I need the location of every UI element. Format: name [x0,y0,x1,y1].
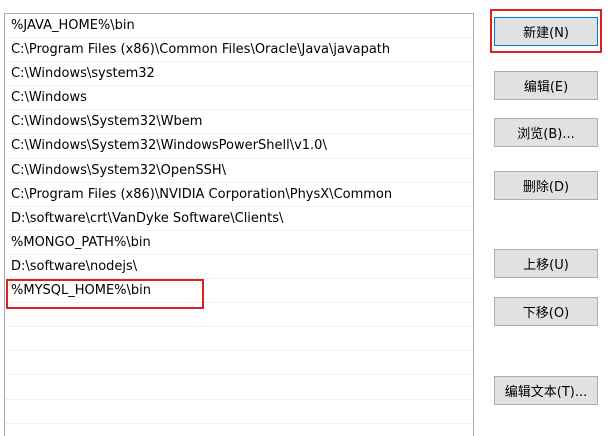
edit-environment-variable-dialog: %JAVA_HOME%\bin C:\Program Files (x86)\C… [0,0,610,436]
edit-button[interactable]: 编辑(E) [494,71,598,100]
move-down-button[interactable]: 下移(O) [494,297,598,326]
path-row-3[interactable]: C:\Windows\system32 [5,62,473,87]
path-row-2[interactable]: C:\Program Files (x86)\Common Files\Orac… [5,38,473,63]
path-row-8[interactable]: C:\Program Files (x86)\NVIDIA Corporatio… [5,183,473,207]
new-button[interactable]: 新建(N) [494,17,598,46]
path-row-empty[interactable] [5,424,473,436]
delete-button[interactable]: 删除(D) [494,171,598,200]
path-row-4[interactable]: C:\Windows [5,86,473,111]
path-row-empty[interactable] [5,375,473,400]
path-row-empty[interactable] [5,303,473,328]
path-list[interactable]: %JAVA_HOME%\bin C:\Program Files (x86)\C… [4,13,474,436]
path-row-5[interactable]: C:\Windows\System32\Wbem [5,110,473,135]
path-row-7[interactable]: C:\Windows\System32\OpenSSH\ [5,159,473,183]
edit-text-button[interactable]: 编辑文本(T)... [494,376,598,405]
path-row-12-mysql-home[interactable]: %MYSQL_HOME%\bin [5,279,473,310]
path-row-empty[interactable] [5,351,473,376]
path-row-9[interactable]: D:\software\crt\VanDyke Software\Clients… [5,207,473,231]
path-row-6[interactable]: C:\Windows\System32\WindowsPowerShell\v1… [5,134,473,159]
path-row-10[interactable]: %MONGO_PATH%\bin [5,231,473,255]
path-row-11[interactable]: D:\software\nodejs\ [5,255,473,280]
move-up-button[interactable]: 上移(U) [494,249,598,278]
path-row-1[interactable]: %JAVA_HOME%\bin [5,14,473,39]
path-row-empty[interactable] [5,400,473,424]
path-row-empty[interactable] [5,327,473,352]
browse-button[interactable]: 浏览(B)... [494,118,598,147]
